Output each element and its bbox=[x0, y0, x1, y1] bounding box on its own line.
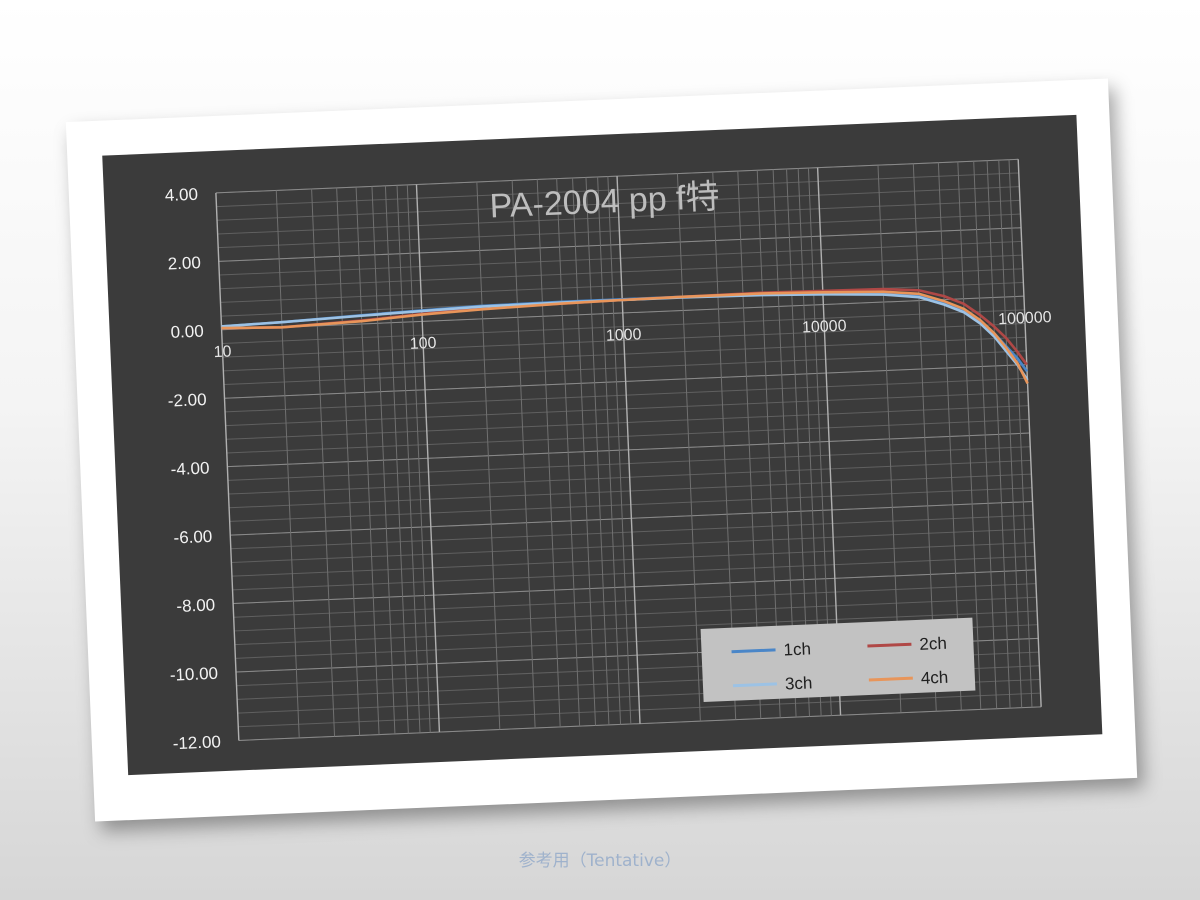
y-tick-label: 0.00 bbox=[170, 322, 204, 342]
line-chart: 4.00 2.00 0.00 -2.00 -4.00 -6.00 -8.00 -10.00 -1… bbox=[164, 158, 1052, 753]
x-tick-label: 100 bbox=[409, 335, 436, 353]
y-tick-label: -6.00 bbox=[173, 527, 213, 548]
photo-card: 4.00 2.00 0.00 -2.00 -4.00 -6.00 -8.00 -10.00 -1… bbox=[65, 78, 1138, 822]
legend-swatch-4ch bbox=[868, 676, 913, 682]
x-tick-label: 1000 bbox=[606, 326, 642, 344]
y-tick-label: -4.00 bbox=[170, 458, 210, 479]
legend-label-2ch: 2ch bbox=[919, 634, 947, 654]
caption: 参考用（Tentative） bbox=[518, 851, 682, 871]
legend-label-3ch: 3ch bbox=[785, 673, 813, 693]
legend-label-4ch: 4ch bbox=[920, 668, 948, 688]
x-tick-label: 10000 bbox=[802, 318, 847, 337]
x-tick-label: 100000 bbox=[998, 309, 1052, 328]
y-tick-label: 4.00 bbox=[164, 185, 198, 205]
legend-label-1ch: 1ch bbox=[783, 639, 811, 659]
y-tick-label: 2.00 bbox=[167, 253, 201, 273]
legend-box bbox=[700, 617, 976, 702]
legend: 1ch 2ch 3ch 4ch bbox=[700, 617, 976, 702]
y-tick-label: -12.00 bbox=[172, 732, 221, 753]
y-tick-label: -10.00 bbox=[169, 664, 218, 685]
y-tick-label: -8.00 bbox=[176, 595, 216, 616]
y-tick-label: -2.00 bbox=[167, 390, 207, 411]
chart-panel: 4.00 2.00 0.00 -2.00 -4.00 -6.00 -8.00 -10.00 -1… bbox=[102, 114, 1103, 776]
legend-swatch-3ch bbox=[732, 682, 778, 688]
legend-swatch-2ch bbox=[867, 642, 912, 648]
chart-title: PA-2004 pp f特 bbox=[489, 178, 720, 226]
legend-swatch-1ch bbox=[731, 648, 776, 654]
x-tick-label: 10 bbox=[213, 343, 232, 361]
